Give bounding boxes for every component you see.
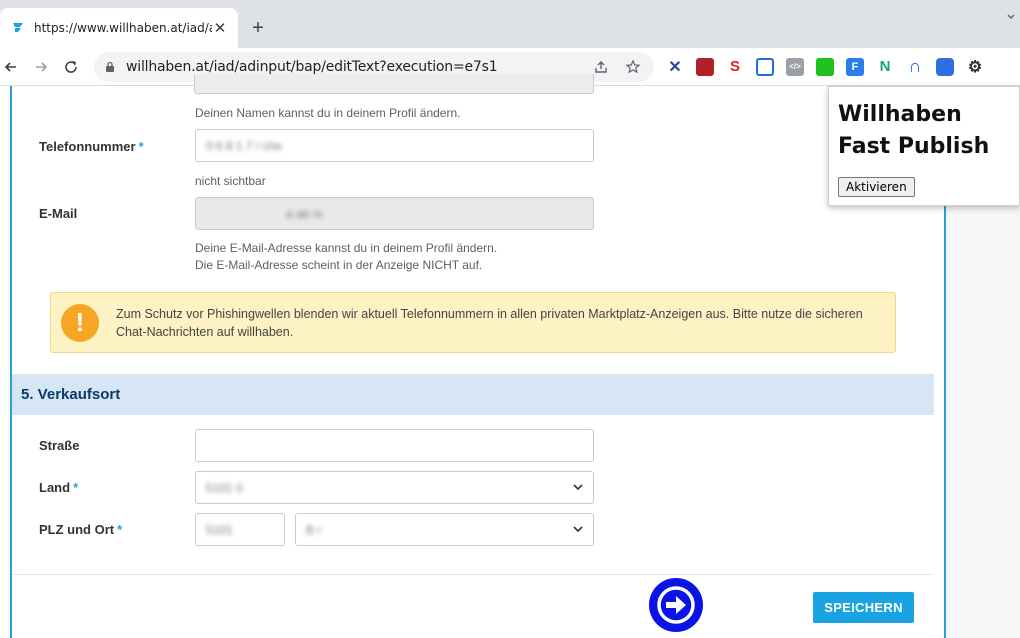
required-marker: * (138, 139, 144, 154)
zip-input[interactable]: 5101 (195, 513, 285, 546)
city-value: B r (306, 522, 322, 537)
section-title: 5. Verkaufsort (21, 386, 121, 403)
extension-blue-check-icon[interactable] (936, 57, 954, 76)
zip-label-text: PLZ und Ort (39, 522, 115, 537)
warning-icon: ! (61, 303, 99, 342)
email-value: a ab m (286, 206, 323, 221)
name-hint: Deinen Namen kannst du in deinem Profil … (195, 106, 461, 120)
back-button[interactable] (0, 52, 26, 82)
reload-icon (65, 60, 77, 73)
tab-title: https://www.willhaben.at/iad/adi (34, 21, 212, 35)
extension-popup: Willhaben Fast Publish Aktivieren (828, 86, 1020, 206)
street-input[interactable] (195, 429, 594, 462)
browser-tab[interactable]: https://www.willhaben.at/iad/adi ✕ (0, 8, 238, 48)
extension-n-icon[interactable]: N (876, 58, 894, 76)
extension-cross-icon[interactable]: ✕ (666, 58, 684, 76)
willhaben-favicon-icon (13, 23, 23, 32)
reload-button[interactable] (56, 52, 86, 82)
notice-text: Zum Schutz vor Phishingwellen blenden wi… (116, 306, 863, 339)
star-icon (625, 59, 641, 73)
back-arrow-icon (4, 61, 16, 72)
email-hint-1: Deine E-Mail-Adresse kannst du in deinem… (195, 241, 498, 255)
extension-f-icon[interactable]: F (846, 57, 864, 76)
tab-close-icon[interactable]: ✕ (212, 19, 228, 37)
share-icon (595, 60, 607, 73)
country-label-text: Land (39, 480, 71, 495)
form-border-left (10, 86, 12, 638)
phone-value: 0 6 8 1 7 / che (206, 138, 283, 153)
required-marker: * (117, 522, 123, 537)
phone-label-text: Telefonnummer (39, 139, 136, 154)
country-select[interactable]: 5101 ö (195, 471, 594, 504)
email-hint-2: Die E-Mail-Adresse scheint in der Anzeig… (195, 258, 483, 272)
arrow-right-icon (657, 586, 695, 624)
email-label: E-Mail (39, 206, 78, 221)
save-button[interactable]: SPEICHERN (813, 592, 914, 623)
phishing-notice: ! Zum Schutz vor Phishingwellen blenden … (50, 292, 896, 353)
activate-button[interactable]: Aktivieren (838, 177, 915, 197)
phone-input[interactable]: 0 6 8 1 7 / che (195, 129, 594, 162)
divider (12, 574, 934, 575)
next-arrow-button[interactable] (649, 578, 703, 632)
section-verkaufsort: 5. Verkaufsort (12, 374, 934, 415)
zip-city-label: PLZ und Ort * (39, 522, 122, 537)
extension-code-icon[interactable]: </> (786, 57, 804, 76)
zip-value: 5101 (206, 522, 233, 537)
url-text[interactable]: willhaben.at/iad/adinput/bap/editText?ex… (126, 59, 580, 75)
lock-icon (106, 61, 114, 72)
country-value: 5101 ö (206, 480, 243, 495)
phone-hint: nicht sichtbar (195, 174, 266, 188)
forward-button[interactable] (26, 52, 56, 82)
extensions-bar: ✕ S </> F N ∩ ⚙ (660, 56, 990, 76)
required-marker: * (73, 480, 79, 495)
bookmark-button[interactable] (622, 56, 644, 78)
extension-green-icon[interactable] (816, 57, 834, 76)
phone-label: Telefonnummer * (39, 139, 144, 154)
extension-screen-icon[interactable] (756, 57, 774, 76)
new-tab-button[interactable]: + (248, 18, 268, 38)
city-select[interactable]: B r (295, 513, 594, 546)
name-field (194, 74, 594, 94)
chevron-down-icon (573, 484, 583, 491)
street-label: Straße (39, 438, 80, 453)
tab-search-icon[interactable] (1006, 12, 1016, 22)
extension-shield-icon[interactable] (696, 57, 714, 76)
country-label: Land * (39, 480, 78, 495)
email-input: a ab m (195, 197, 594, 230)
extension-s-icon[interactable]: S (726, 58, 744, 76)
chevron-down-icon (573, 526, 583, 533)
tab-strip: https://www.willhaben.at/iad/adi ✕ + (0, 0, 1020, 48)
forward-arrow-icon (36, 61, 48, 72)
extension-gear-icon[interactable]: ⚙ (966, 58, 984, 76)
extension-arc-icon[interactable]: ∩ (906, 56, 924, 76)
popup-title: Willhaben Fast Publish (838, 102, 990, 159)
